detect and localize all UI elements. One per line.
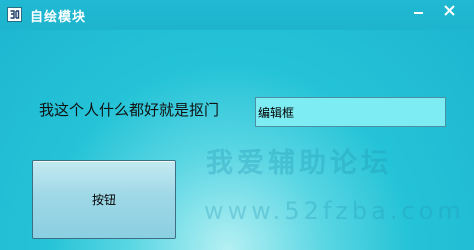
main-button[interactable]: 按钮 — [32, 160, 176, 239]
close-icon — [444, 5, 455, 16]
close-button[interactable] — [434, 0, 466, 21]
watermark-title: 我爱辅助论坛 — [206, 148, 392, 179]
watermark-url: www.52fzba.com — [204, 197, 465, 225]
edit-box[interactable] — [255, 97, 446, 127]
minimize-icon — [414, 12, 423, 14]
minimize-button[interactable] — [405, 0, 432, 21]
app-icon — [7, 7, 22, 22]
info-label: 我这个人什么都好就是抠门 — [39, 101, 220, 119]
window-title: 自绘模块 — [30, 10, 87, 25]
title-bar[interactable]: 自绘模块 — [0, 0, 474, 30]
app-window: 自绘模块 我爱辅助论坛 www.52fzba.com 我这个人什么都好就是抠门 … — [0, 0, 474, 250]
